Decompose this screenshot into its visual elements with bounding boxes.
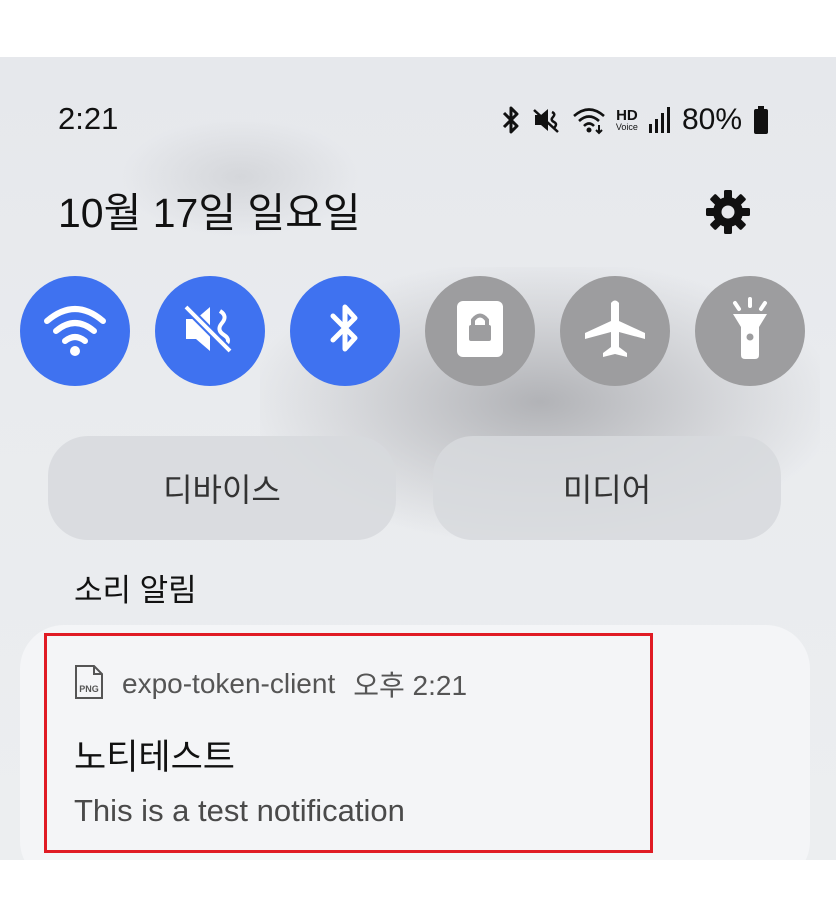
wifi-icon — [572, 105, 606, 135]
airplane-icon — [583, 297, 647, 366]
gear-icon — [704, 188, 752, 241]
status-time: 2:21 — [58, 101, 119, 136]
notification-time: 오후 2:21 — [353, 670, 468, 701]
bluetooth-icon — [325, 299, 365, 364]
wifi-icon — [43, 301, 107, 362]
vibrate-mute-icon — [532, 105, 562, 135]
notification-header: PNG expo-token-client 오후 2:21 — [74, 664, 467, 704]
bluetooth-toggle[interactable] — [290, 276, 400, 386]
bottom-margin — [0, 860, 836, 916]
signal-icon — [648, 106, 672, 134]
screen-lock-toggle[interactable] — [425, 276, 535, 386]
bluetooth-icon — [500, 105, 522, 135]
lock-icon — [455, 299, 505, 364]
hd-label: HD — [616, 107, 638, 124]
status-bar: 2:21 HD Voice 80% — [0, 100, 836, 140]
voice-label: Voice — [615, 122, 638, 132]
flashlight-icon — [725, 296, 775, 366]
section-title: 소리 알림 — [74, 573, 197, 608]
notification-app-name: expo-token-client — [122, 668, 336, 699]
png-icon-text: PNG — [79, 684, 99, 694]
devices-button-label: 디바이스 — [163, 472, 281, 508]
media-button[interactable]: 미디어 — [433, 436, 781, 540]
battery-icon — [752, 105, 770, 135]
wifi-toggle[interactable] — [20, 276, 130, 386]
png-file-icon: PNG — [74, 664, 104, 705]
battery-percentage: 80% — [681, 103, 742, 136]
sound-mute-toggle[interactable] — [155, 276, 265, 386]
status-icons: HD Voice 80% — [500, 102, 770, 138]
quick-settings-toggles — [20, 276, 820, 386]
mute-icon — [180, 301, 240, 362]
date-label: 10월 17일 일요일 — [58, 190, 361, 236]
settings-button[interactable] — [700, 188, 756, 240]
flashlight-toggle[interactable] — [695, 276, 805, 386]
airplane-mode-toggle[interactable] — [560, 276, 670, 386]
hd-voice-icon: HD Voice — [616, 108, 638, 132]
notification-body: This is a test notification — [74, 793, 405, 828]
devices-button[interactable]: 디바이스 — [48, 436, 396, 540]
media-button-label: 미디어 — [562, 472, 652, 508]
notification-title: 노티테스트 — [74, 738, 236, 777]
